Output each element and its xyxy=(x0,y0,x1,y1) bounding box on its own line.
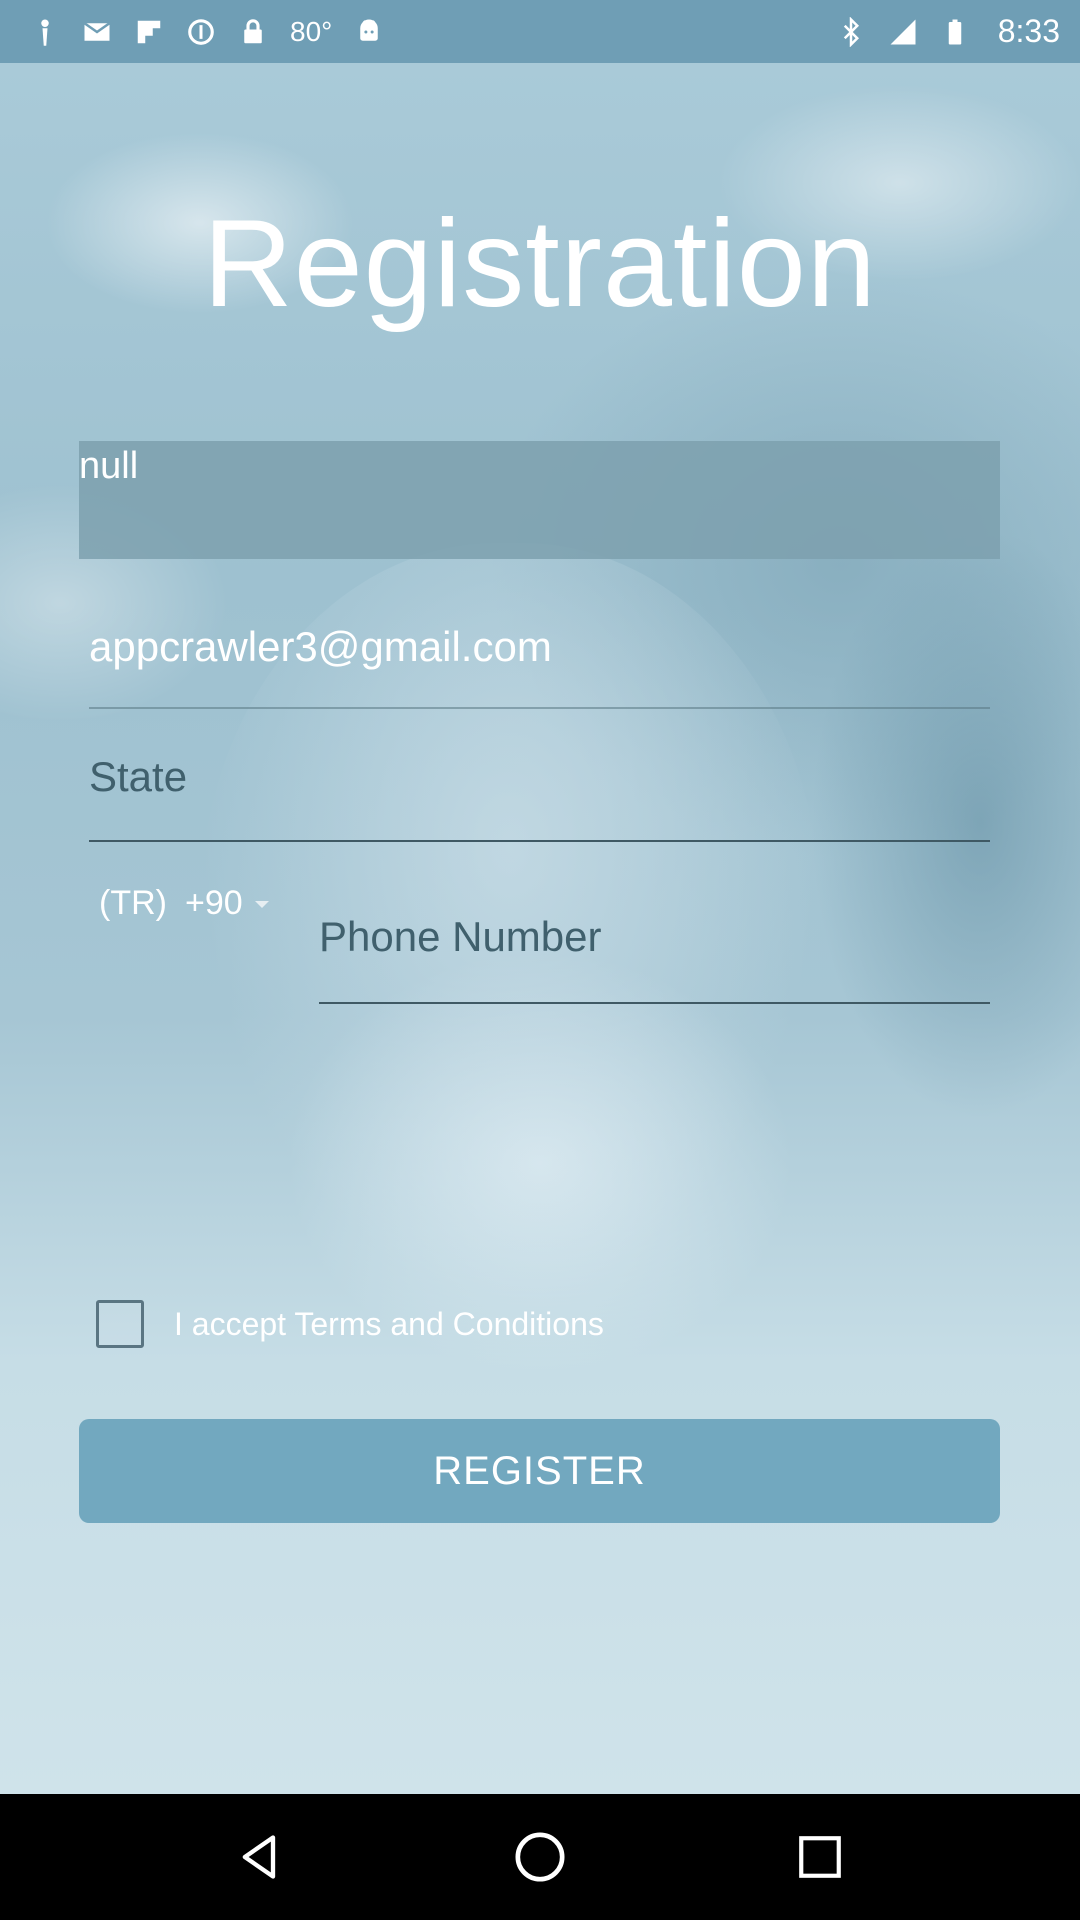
status-bar: 80° 8:33 xyxy=(0,0,1080,63)
name-field-value: null xyxy=(79,445,139,487)
phone-number-placeholder: Phone Number xyxy=(319,913,602,960)
status-left: 80° xyxy=(30,16,384,48)
person-pin-icon xyxy=(30,17,60,47)
email-field[interactable]: appcrawler3@gmail.com xyxy=(89,603,990,709)
temperature-text: 80° xyxy=(290,15,333,47)
country-code-picker[interactable]: (TR) +90 xyxy=(99,868,269,938)
signal-icon xyxy=(888,17,918,47)
state-field-placeholder: State xyxy=(89,753,188,800)
lock-icon xyxy=(238,17,268,47)
state-field[interactable]: State xyxy=(89,731,990,842)
info-circle-icon xyxy=(186,17,216,47)
register-button[interactable]: REGISTER xyxy=(79,1419,1000,1523)
back-icon[interactable] xyxy=(230,1827,290,1887)
dropdown-caret-icon xyxy=(254,900,269,908)
terms-label[interactable]: I accept Terms and Conditions xyxy=(174,1306,604,1343)
status-right: 8:33 xyxy=(836,13,1060,50)
home-icon[interactable] xyxy=(510,1827,570,1887)
android-icon xyxy=(354,17,384,47)
bluetooth-icon xyxy=(836,16,866,47)
navigation-bar xyxy=(0,1794,1080,1920)
country-code-text: (TR) xyxy=(99,883,167,922)
page-title: Registration xyxy=(203,195,877,333)
name-field[interactable]: null xyxy=(79,441,1000,559)
recents-icon[interactable] xyxy=(790,1827,850,1887)
battery-icon xyxy=(940,17,970,47)
clock-text: 8:33 xyxy=(997,13,1060,49)
terms-checkbox[interactable] xyxy=(96,1300,144,1348)
terms-row: I accept Terms and Conditions xyxy=(96,1299,604,1349)
phone-number-field[interactable]: Phone Number xyxy=(319,893,990,1004)
dial-code-text: +90 xyxy=(184,883,243,922)
registration-screen: Registration null appcrawler3@gmail.com … xyxy=(0,63,1080,1794)
mail-icon xyxy=(82,17,112,47)
email-field-value: appcrawler3@gmail.com xyxy=(89,623,552,670)
flipboard-icon xyxy=(134,17,164,47)
